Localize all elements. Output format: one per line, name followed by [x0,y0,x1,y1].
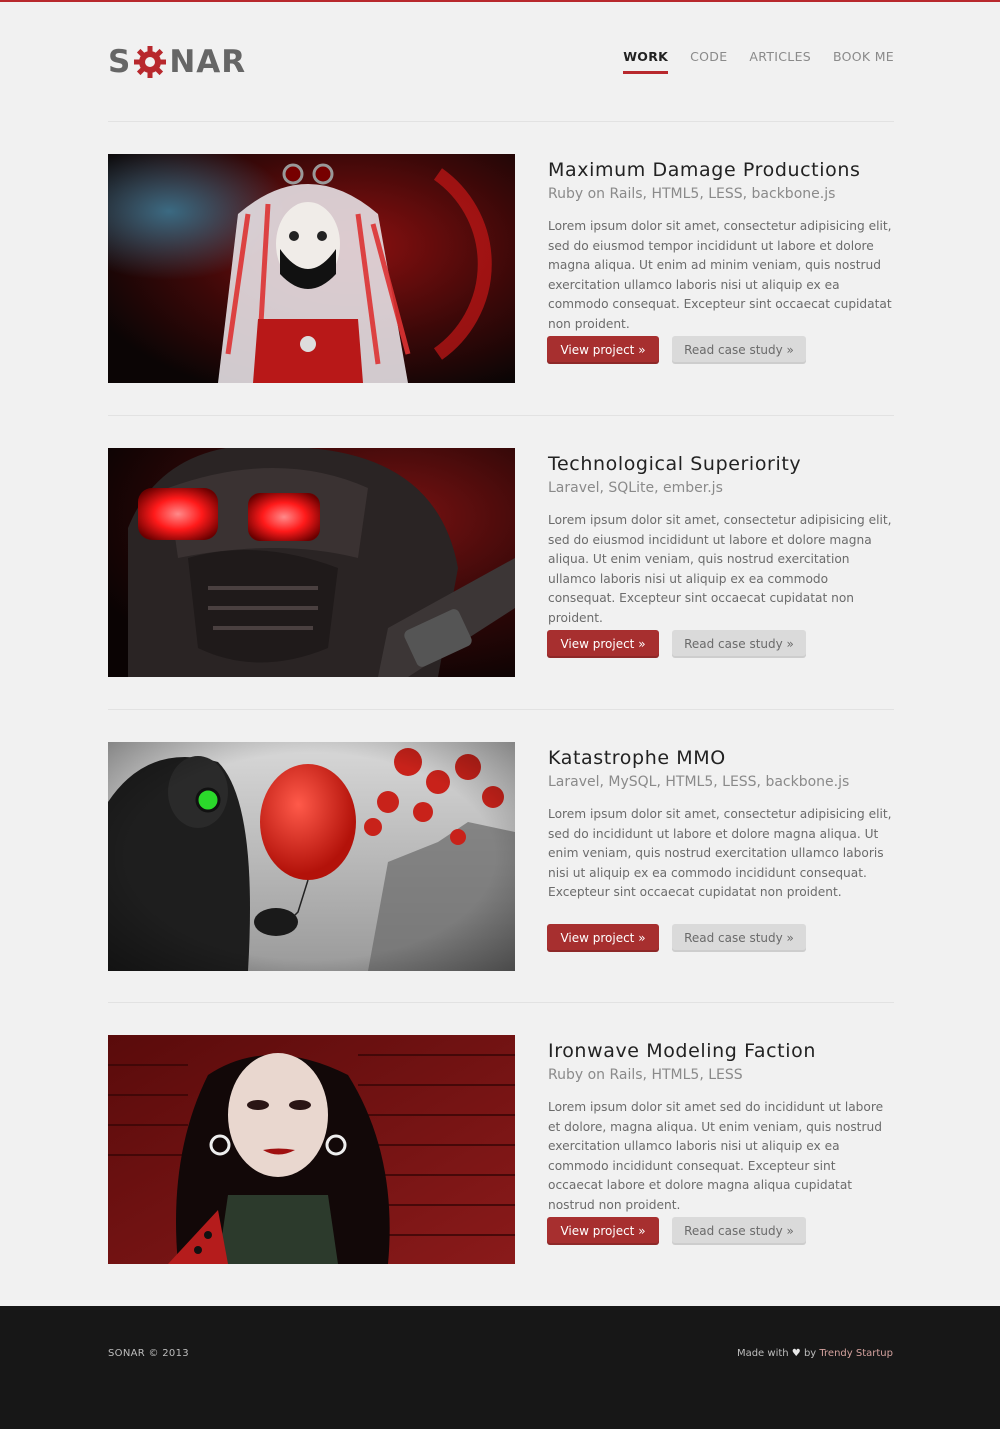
project-title[interactable]: Katastrophe MMO [548,746,894,770]
project-tech: Ruby on Rails, HTML5, LESS [548,1067,743,1083]
project-actions: View project » Read case study » [547,630,806,658]
header-divider [108,121,894,122]
project-info: Ironwave Modeling Faction Ruby on Rails,… [548,1039,894,1212]
project-title[interactable]: Technological Superiority [548,452,894,476]
nav-item-code[interactable]: CODE [690,48,727,74]
project-tech: Laravel, MySQL, HTML5, LESS, backbone.js [548,774,850,790]
project-image[interactable] [108,742,515,971]
heart-icon: ♥ [791,1348,801,1359]
project-image[interactable] [108,154,515,383]
site-footer: SONAR © 2013 Made with ♥ by Trendy Start… [0,1306,1000,1429]
project-description: Lorem ipsum dolor sit amet, consectetur … [548,513,892,625]
project-card: Maximum Damage Productions Ruby on Rails… [108,154,894,383]
site-logo[interactable]: S NAR [108,44,246,80]
section-divider [108,709,894,710]
project-info: Technological Superiority Laravel, SQLit… [548,452,894,625]
project-card: Ironwave Modeling Faction Ruby on Rails,… [108,1035,894,1264]
read-case-study-button[interactable]: Read case study » [672,924,806,952]
project-description: Lorem ipsum dolor sit amet, consectetur … [548,219,892,331]
logo-letters-nar: NAR [169,44,247,80]
main-nav: WORK CODE ARTICLES BOOK ME [601,48,894,74]
project-info: Katastrophe MMO Laravel, MySQL, HTML5, L… [548,746,894,903]
credit-link[interactable]: Trendy Startup [819,1348,893,1359]
project-card: Technological Superiority Laravel, SQLit… [108,448,894,677]
top-accent-bar [0,0,1000,2]
view-project-button[interactable]: View project » [547,336,659,364]
site-header: S NAR WORK CODE ARTICLES BOOK ME [108,40,894,90]
section-divider [108,415,894,416]
read-case-study-button[interactable]: Read case study » [672,1217,806,1245]
project-tech: Ruby on Rails, HTML5, LESS, backbone.js [548,186,836,202]
project-image[interactable] [108,1035,515,1264]
project-title[interactable]: Ironwave Modeling Faction [548,1039,894,1063]
made-with-credit: Made with ♥ by Trendy Startup [737,1348,893,1359]
project-description: Lorem ipsum dolor sit amet sed do incidi… [548,1100,884,1212]
read-case-study-button[interactable]: Read case study » [672,336,806,364]
nav-item-articles[interactable]: ARTICLES [749,48,811,74]
logo-letter-s: S [108,44,132,80]
project-actions: View project » Read case study » [547,1217,806,1245]
gear-icon [132,44,168,80]
nav-item-work[interactable]: WORK [623,48,669,74]
view-project-button[interactable]: View project » [547,630,659,658]
read-case-study-button[interactable]: Read case study » [672,630,806,658]
project-tech: Laravel, SQLite, ember.js [548,480,723,496]
project-card: Katastrophe MMO Laravel, MySQL, HTML5, L… [108,742,894,971]
made-by-text: by [803,1348,817,1359]
copyright-text: SONAR © 2013 [108,1348,189,1359]
view-project-button[interactable]: View project » [547,1217,659,1245]
project-info: Maximum Damage Productions Ruby on Rails… [548,158,894,331]
project-actions: View project » Read case study » [547,336,806,364]
view-project-button[interactable]: View project » [547,924,659,952]
nav-item-book-me[interactable]: BOOK ME [833,48,894,74]
made-with-text: Made with [736,1348,789,1359]
project-image[interactable] [108,448,515,677]
project-title[interactable]: Maximum Damage Productions [548,158,894,182]
project-description: Lorem ipsum dolor sit amet, consectetur … [548,807,892,899]
project-actions: View project » Read case study » [547,924,806,952]
section-divider [108,1002,894,1003]
